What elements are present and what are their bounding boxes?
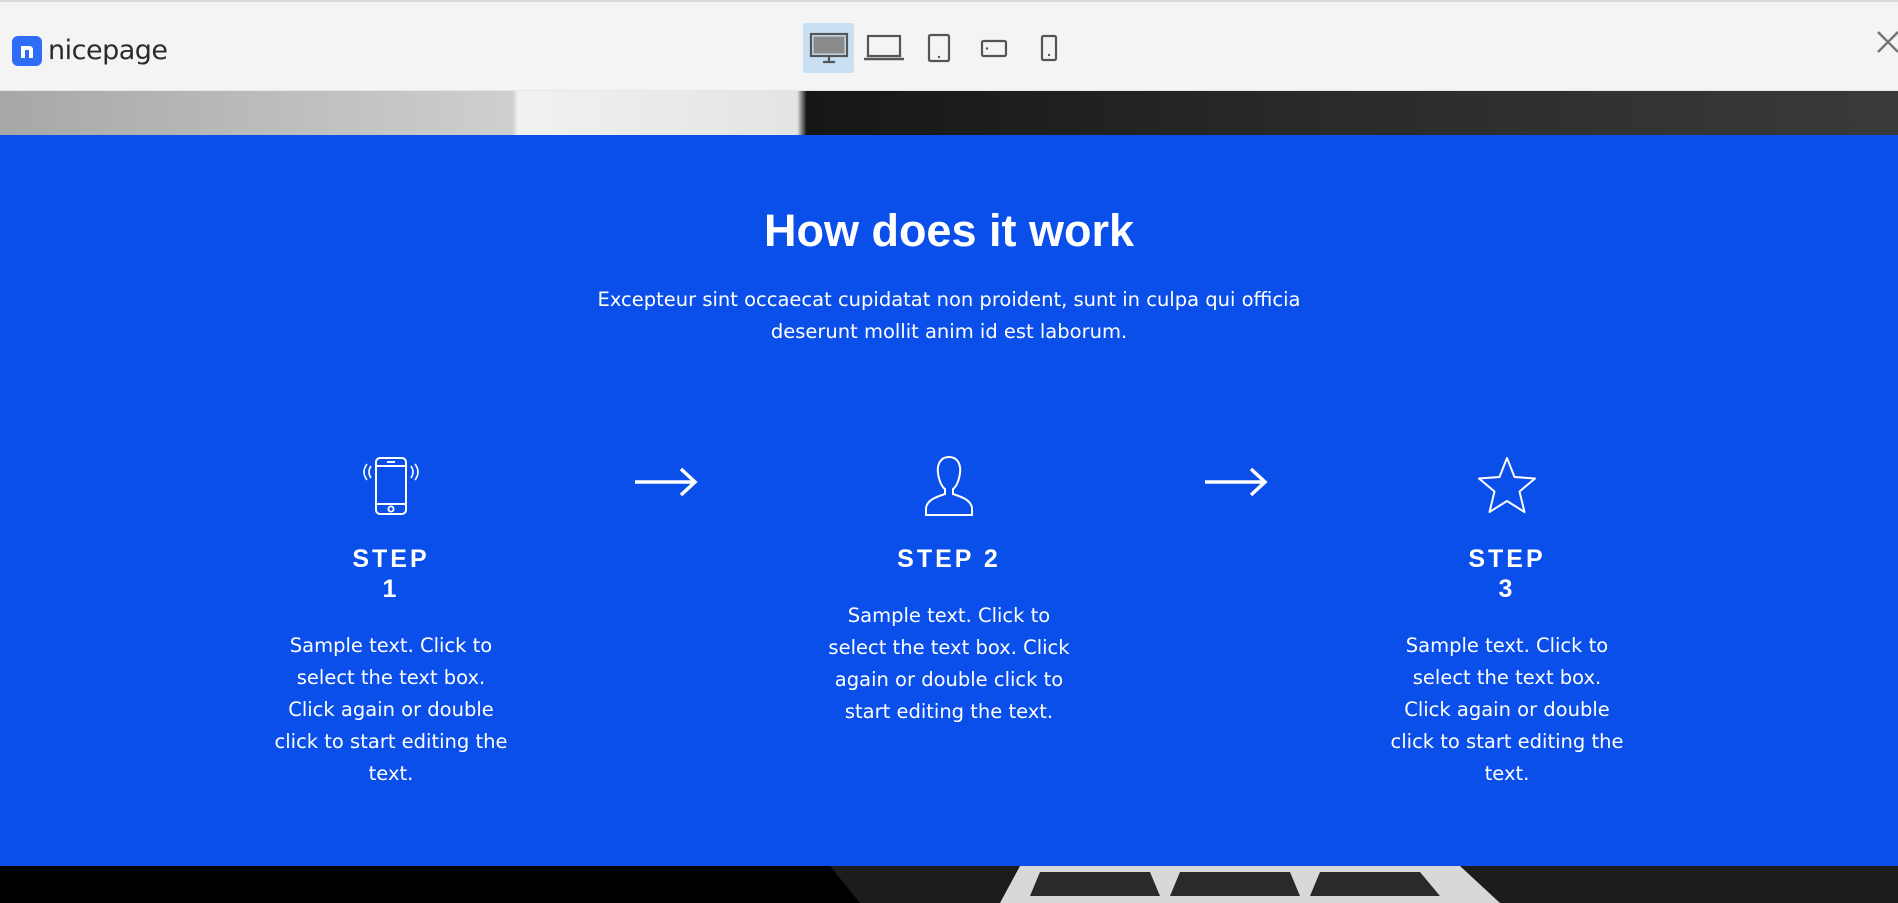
step-2-text: Sample text. Click to select the text bo…: [828, 604, 1070, 723]
close-icon: [1877, 31, 1898, 53]
device-switcher: [803, 23, 1074, 73]
arrow-right-icon: [635, 467, 698, 497]
step-3: STEP 3 Sample text. Click to select the …: [1377, 453, 1637, 790]
step-1: STEP 1 Sample text. Click to select the …: [261, 453, 521, 790]
logo-text: nicepage: [48, 35, 168, 66]
tablet-icon: [927, 33, 950, 63]
arrow-right-icon: [1205, 467, 1268, 497]
smartphone-icon: [363, 457, 419, 515]
nicepage-logo-icon: [12, 35, 42, 66]
step-2-title: STEP 2: [897, 545, 1001, 573]
section-subtitle: Excepteur sint occaecat cupidatat non pr…: [597, 288, 1301, 343]
star-icon: [1478, 457, 1536, 513]
step-1-title-line2: 1: [382, 575, 400, 603]
step-3-title-line1: STEP: [1468, 545, 1546, 573]
step-3-title-line2: 3: [1498, 575, 1516, 603]
phone-landscape-view-button[interactable]: [968, 23, 1019, 73]
step-3-title: STEP 3: [1452, 544, 1562, 604]
phone-portrait-icon: [1040, 34, 1057, 62]
section-title: How does it work: [763, 205, 1135, 256]
step-1-title-line1: STEP: [352, 545, 430, 573]
phone-landscape-icon: [980, 39, 1007, 58]
step-1-text: Sample text. Click to select the text bo…: [274, 634, 508, 785]
step-3-text: Sample text. Click to select the text bo…: [1390, 634, 1624, 785]
preview-toolbar: nicepage: [0, 0, 1898, 91]
laptop-view-button[interactable]: [858, 23, 909, 73]
laptop-icon: [863, 34, 904, 61]
step-2: STEP 2 Sample text. Click to select the …: [819, 453, 1079, 728]
nicepage-logo: nicepage: [12, 35, 168, 66]
how-it-works-section: How does it work Excepteur sint occaecat…: [0, 135, 1898, 866]
desktop-view-button[interactable]: [803, 23, 854, 73]
building-photo-graphic: [0, 866, 1898, 903]
step-1-title: STEP 1: [336, 544, 446, 604]
phone-portrait-view-button[interactable]: [1023, 23, 1074, 73]
tablet-view-button[interactable]: [913, 23, 964, 73]
header-photo-strip: [0, 91, 1898, 135]
desktop-monitor-icon: [809, 32, 848, 64]
footer-photo-strip: [0, 866, 1898, 903]
user-icon: [925, 455, 973, 516]
close-preview-button[interactable]: [1872, 26, 1898, 60]
